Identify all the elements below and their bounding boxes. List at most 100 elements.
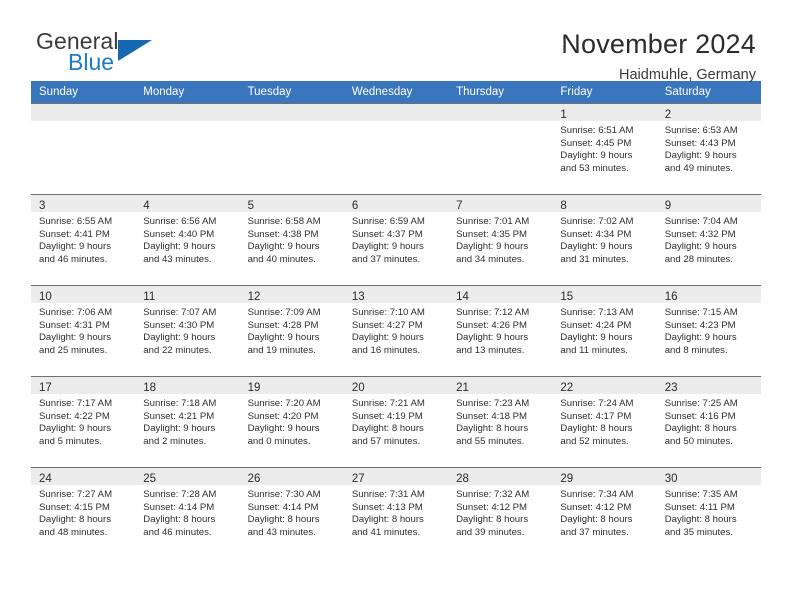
day-details: Sunrise: 7:09 AM Sunset: 4:28 PM Daylight:… bbox=[240, 303, 344, 357]
calendar-day-cell[interactable]: 24 Sunrise: 7:27 AM Sunset: 4:15 PM Dayligh… bbox=[31, 467, 136, 558]
day-number: 8 bbox=[560, 200, 567, 212]
calendar-day-cell[interactable]: 6 Sunrise: 6:59 AM Sunset: 4:37 PM Daylight… bbox=[343, 194, 449, 286]
sunrise-text: Sunrise: 6:56 AM bbox=[143, 216, 217, 227]
day-details: Sunrise: 7:02 AM Sunset: 4:34 PM Daylight:… bbox=[552, 212, 656, 266]
sunset-text: Sunset: 4:16 PM bbox=[664, 410, 736, 422]
day-number: 13 bbox=[351, 291, 365, 303]
day-number: 10 bbox=[39, 291, 52, 303]
day-details: Sunrise: 7:06 AM Sunset: 4:31 PM Daylight:… bbox=[31, 303, 135, 357]
calendar-day-cell[interactable]: 23 Sunrise: 7:25 AM Sunset: 4:16 PM Dayligh… bbox=[656, 376, 761, 468]
calendar-day-cell[interactable]: 20 Sunrise: 7:21 AM Sunset: 4:19 PM Dayligh… bbox=[343, 376, 449, 468]
calendar-day-cell[interactable]: 1 Sunrise: 6:51 AM Sunset: 4:45 PM Daylight… bbox=[552, 103, 657, 195]
calendar-cell-empty bbox=[343, 103, 449, 195]
calendar-day-cell[interactable]: 11 Sunrise: 7:07 AM Sunset: 4:30 PM Dayligh… bbox=[135, 285, 240, 377]
calendar-day-cell[interactable]: 19 Sunrise: 7:20 AM Sunset: 4:20 PM Dayligh… bbox=[239, 376, 344, 468]
day-number-bar bbox=[31, 104, 136, 121]
day-number: 2 bbox=[664, 109, 672, 121]
calendar-day-cell[interactable]: 9 Sunrise: 7:04 AM Sunset: 4:32 PM Daylight… bbox=[656, 194, 761, 286]
sunset-text: Sunset: 4:22 PM bbox=[39, 410, 110, 422]
calendar-day-cell[interactable]: 2 Sunrise: 6:53 AM Sunset: 4:43 PM Daylight… bbox=[656, 103, 761, 195]
sunset-text: Sunset: 4:20 PM bbox=[247, 410, 319, 422]
sunset-text: Sunset: 4:14 PM bbox=[143, 501, 215, 513]
calendar-week-row: 1 Sunrise: 6:51 AM Sunset: 4:45 PM Daylight… bbox=[31, 103, 761, 195]
sunrise-text: Sunrise: 7:04 AM bbox=[664, 216, 738, 227]
calendar-day-cell[interactable]: 25 Sunrise: 7:28 AM Sunset: 4:14 PM Dayligh… bbox=[135, 467, 240, 558]
calendar-day-cell[interactable]: 26 Sunrise: 7:30 AM Sunset: 4:14 PM Dayligh… bbox=[239, 467, 344, 558]
calendar-day-cell[interactable]: 21 Sunrise: 7:23 AM Sunset: 4:18 PM Dayligh… bbox=[448, 376, 553, 468]
calendar-day-cell[interactable]: 12 Sunrise: 7:09 AM Sunset: 4:28 PM Dayligh… bbox=[239, 285, 344, 377]
day-number-bar: 10 bbox=[31, 286, 136, 303]
calendar-day-cell[interactable]: 4 Sunrise: 6:56 AM Sunset: 4:40 PM Daylight… bbox=[135, 194, 240, 286]
page-header: General Blue November 2024 Haidmuhle, Ge… bbox=[31, 0, 761, 83]
day-number: 26 bbox=[247, 473, 261, 485]
day-number: 15 bbox=[560, 291, 574, 303]
sunset-text: Sunset: 4:45 PM bbox=[560, 137, 632, 149]
sunrise-text: Sunrise: 6:55 AM bbox=[39, 216, 113, 227]
day-details: Sunrise: 7:12 AM Sunset: 4:26 PM Daylight:… bbox=[448, 303, 552, 357]
calendar-day-cell[interactable]: 15 Sunrise: 7:13 AM Sunset: 4:24 PM Dayligh… bbox=[552, 285, 657, 377]
sunset-text: Sunset: 4:19 PM bbox=[351, 410, 423, 422]
sunrise-text: Sunrise: 6:59 AM bbox=[351, 216, 425, 227]
calendar-day-cell[interactable]: 27 Sunrise: 7:31 AM Sunset: 4:13 PM Dayligh… bbox=[343, 467, 449, 558]
day-number: 24 bbox=[39, 473, 52, 485]
day-number-bar: 5 bbox=[239, 195, 344, 212]
calendar-page: General Blue November 2024 Haidmuhle, Ge… bbox=[0, 0, 792, 612]
calendar-day-cell[interactable]: 29 Sunrise: 7:34 AM Sunset: 4:12 PM Dayligh… bbox=[552, 467, 657, 558]
sunset-text: Sunset: 4:18 PM bbox=[456, 410, 528, 422]
calendar-week-row: 24 Sunrise: 7:27 AM Sunset: 4:15 PM Dayligh… bbox=[31, 467, 761, 558]
calendar-day-cell[interactable]: 8 Sunrise: 7:02 AM Sunset: 4:34 PM Daylight… bbox=[552, 194, 657, 286]
sunset-text: Sunset: 4:24 PM bbox=[560, 319, 632, 331]
day-number-bar: 16 bbox=[656, 286, 761, 303]
calendar-day-cell[interactable]: 10 Sunrise: 7:06 AM Sunset: 4:31 PM Dayligh… bbox=[31, 285, 136, 377]
calendar-day-cell[interactable]: 18 Sunrise: 7:18 AM Sunset: 4:21 PM Dayligh… bbox=[135, 376, 240, 468]
day-number-bar: 2 bbox=[656, 104, 761, 121]
day-number-bar: 29 bbox=[552, 468, 657, 485]
day-details: Sunrise: 6:58 AM Sunset: 4:38 PM Daylight:… bbox=[240, 212, 344, 266]
sunrise-text: Sunrise: 7:10 AM bbox=[351, 307, 425, 318]
sunrise-text: Sunrise: 7:18 AM bbox=[143, 398, 217, 409]
sunset-text: Sunset: 4:40 PM bbox=[143, 228, 215, 240]
calendar-day-cell[interactable]: 17 Sunrise: 7:17 AM Sunset: 4:22 PM Dayligh… bbox=[31, 376, 136, 468]
day-details: Sunrise: 7:30 AM Sunset: 4:14 PM Daylight:… bbox=[240, 485, 344, 539]
day-number: 17 bbox=[39, 382, 52, 394]
day-number: 18 bbox=[143, 382, 157, 394]
calendar-day-cell[interactable]: 14 Sunrise: 7:12 AM Sunset: 4:26 PM Dayligh… bbox=[448, 285, 553, 377]
sunset-text: Sunset: 4:21 PM bbox=[143, 410, 215, 422]
daylight-text: Daylight: 8 hours and 52 minutes. bbox=[560, 423, 633, 447]
day-number: 5 bbox=[247, 200, 254, 212]
sunrise-text: Sunrise: 7:07 AM bbox=[143, 307, 217, 318]
day-number-bar: 20 bbox=[343, 377, 449, 394]
daylight-text: Daylight: 9 hours and 37 minutes. bbox=[351, 241, 424, 265]
day-number: 4 bbox=[143, 200, 150, 212]
title-block: November 2024 Haidmuhle, Germany bbox=[561, 28, 761, 85]
general-blue-logo[interactable]: General Blue bbox=[31, 28, 186, 86]
sunrise-text: Sunrise: 7:28 AM bbox=[143, 489, 217, 500]
sunrise-text: Sunrise: 7:23 AM bbox=[456, 398, 530, 409]
calendar-day-cell[interactable]: 3 Sunrise: 6:55 AM Sunset: 4:41 PM Daylight… bbox=[31, 194, 136, 286]
sunrise-text: Sunrise: 7:35 AM bbox=[664, 489, 738, 500]
sunset-text: Sunset: 4:37 PM bbox=[351, 228, 423, 240]
calendar-day-cell[interactable]: 22 Sunrise: 7:24 AM Sunset: 4:17 PM Dayligh… bbox=[552, 376, 657, 468]
calendar-day-cell[interactable]: 13 Sunrise: 7:10 AM Sunset: 4:27 PM Dayligh… bbox=[343, 285, 449, 377]
calendar-day-cell[interactable]: 7 Sunrise: 7:01 AM Sunset: 4:35 PM Daylight… bbox=[448, 194, 553, 286]
sunset-text: Sunset: 4:34 PM bbox=[560, 228, 632, 240]
calendar-day-cell[interactable]: 28 Sunrise: 7:32 AM Sunset: 4:12 PM Dayligh… bbox=[448, 467, 553, 558]
day-number-bar bbox=[448, 104, 553, 121]
day-number-bar: 21 bbox=[448, 377, 553, 394]
daylight-text: Daylight: 9 hours and 34 minutes. bbox=[456, 241, 529, 265]
day-number-bar: 4 bbox=[135, 195, 240, 212]
sunset-text: Sunset: 4:35 PM bbox=[456, 228, 528, 240]
sunrise-text: Sunrise: 7:34 AM bbox=[560, 489, 634, 500]
calendar-cell-empty bbox=[448, 103, 553, 195]
day-details: Sunrise: 6:59 AM Sunset: 4:37 PM Daylight:… bbox=[344, 212, 448, 266]
weekday-header-tuesday: Tuesday bbox=[239, 81, 344, 104]
sunrise-text: Sunrise: 7:06 AM bbox=[39, 307, 113, 318]
day-number: 29 bbox=[560, 473, 574, 485]
calendar-day-cell[interactable]: 16 Sunrise: 7:15 AM Sunset: 4:23 PM Dayligh… bbox=[656, 285, 761, 377]
day-number-bar: 14 bbox=[448, 286, 553, 303]
daylight-text: Daylight: 8 hours and 57 minutes. bbox=[351, 423, 424, 447]
calendar-day-cell[interactable]: 5 Sunrise: 6:58 AM Sunset: 4:38 PM Daylight… bbox=[239, 194, 344, 286]
calendar-day-cell[interactable]: 30 Sunrise: 7:35 AM Sunset: 4:11 PM Dayligh… bbox=[656, 467, 761, 558]
day-number-bar: 28 bbox=[448, 468, 553, 485]
day-details: Sunrise: 7:07 AM Sunset: 4:30 PM Daylight:… bbox=[135, 303, 239, 357]
